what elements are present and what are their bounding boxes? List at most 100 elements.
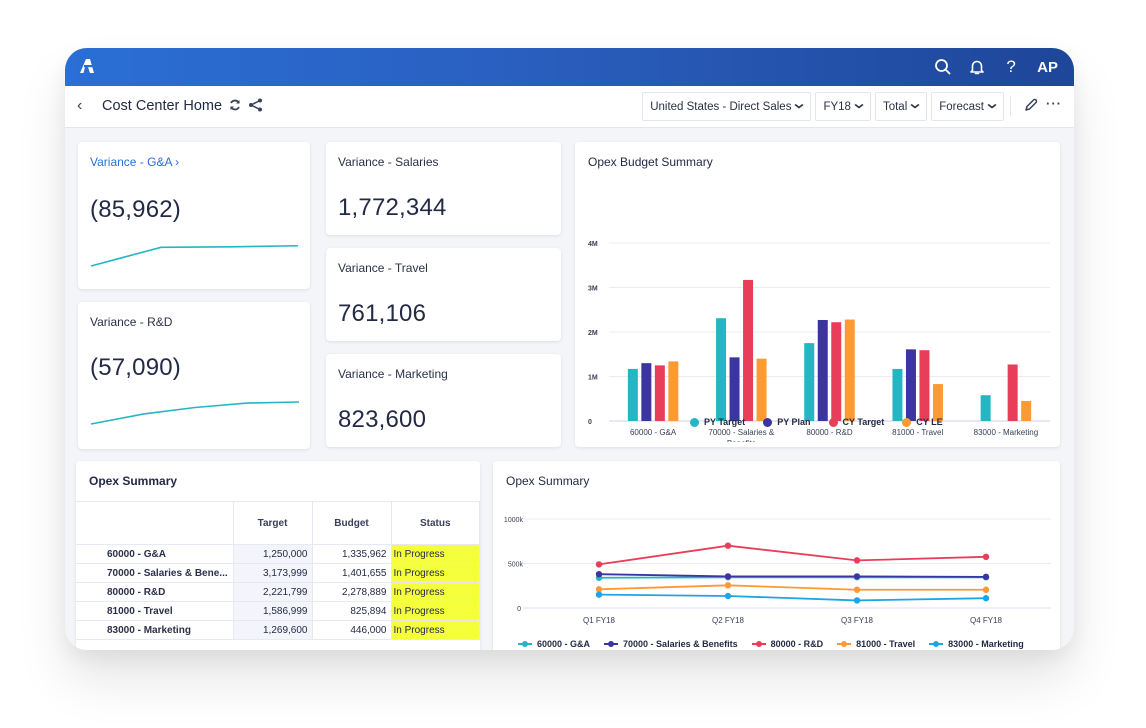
bar[interactable] — [756, 358, 767, 421]
data-point[interactable] — [724, 542, 732, 549]
kpi-card-salaries[interactable]: Variance - Salaries 1,772,344 — [326, 142, 561, 235]
back-chevron-icon[interactable]: ‹ — [77, 97, 82, 115]
user-avatar[interactable]: AP — [1037, 59, 1058, 76]
bar[interactable] — [844, 319, 855, 421]
target-cell[interactable]: 3,173,999 — [232, 563, 313, 583]
legend-item[interactable]: CY Target — [828, 417, 884, 427]
column-header-target[interactable]: Target — [232, 501, 313, 545]
row-name[interactable]: 81000 - Travel — [76, 601, 234, 621]
series-line[interactable] — [598, 573, 987, 578]
budget-cell[interactable]: 2,278,889 — [311, 582, 392, 602]
kpi-card-rd[interactable]: Variance - R&D (57,090) — [78, 302, 310, 449]
legend-item[interactable]: CY LE — [902, 417, 943, 427]
filter-dropdown[interactable]: Forecast — [931, 92, 1004, 121]
kpi-card-marketing[interactable]: Variance - Marketing 823,600 — [326, 354, 561, 447]
status-cell[interactable]: In Progress — [390, 544, 480, 564]
search-icon[interactable] — [933, 57, 953, 77]
table-row[interactable]: 80000 - R&D 2,221,799 2,278,889 In Progress — [76, 582, 480, 602]
budget-cell[interactable]: 825,894 — [311, 601, 392, 621]
table-row[interactable]: 60000 - G&A 1,250,000 1,335,962 In Progress — [76, 544, 480, 564]
legend-item[interactable]: PY Plan — [763, 417, 811, 427]
bar[interactable] — [716, 318, 727, 421]
bar[interactable] — [654, 365, 665, 421]
bar[interactable] — [919, 350, 930, 421]
refresh-icon[interactable] — [228, 98, 242, 117]
bar[interactable] — [668, 361, 679, 421]
help-icon[interactable]: ? — [1001, 57, 1021, 77]
column-header-status[interactable]: Status — [390, 501, 480, 545]
chart-title: Opex Summary — [506, 474, 590, 488]
bar[interactable] — [743, 279, 754, 421]
legend-item[interactable]: 81000 - Travel — [837, 639, 915, 649]
target-cell[interactable]: 1,269,600 — [232, 620, 313, 640]
target-cell[interactable]: 1,586,999 — [232, 601, 313, 621]
bar[interactable] — [892, 368, 903, 421]
y-tick-label: 1M — [588, 375, 598, 382]
series-line[interactable] — [598, 544, 987, 566]
kpi-value: 761,106 — [338, 300, 427, 327]
budget-cell[interactable]: 1,401,655 — [311, 563, 392, 583]
data-point[interactable] — [853, 557, 861, 564]
bar[interactable] — [1007, 364, 1018, 421]
data-point[interactable] — [982, 573, 990, 581]
row-name[interactable]: 70000 - Salaries & Bene... — [76, 563, 234, 583]
series-line[interactable] — [598, 593, 987, 602]
bell-icon[interactable] — [967, 57, 987, 77]
filter-dropdown[interactable]: United States - Direct Sales — [642, 92, 812, 121]
row-name[interactable]: 80000 - R&D — [76, 582, 234, 602]
kpi-card-travel[interactable]: Variance - Travel 761,106 — [326, 248, 561, 341]
edit-pencil-icon[interactable] — [1024, 98, 1038, 117]
series-line[interactable] — [598, 584, 986, 591]
legend-item[interactable]: PY Target — [690, 417, 745, 427]
share-icon[interactable] — [248, 98, 263, 117]
bar[interactable] — [831, 322, 842, 421]
column-header-budget[interactable]: Budget — [311, 501, 392, 545]
data-point[interactable] — [853, 573, 861, 580]
status-cell[interactable]: In Progress — [390, 601, 480, 621]
data-point[interactable] — [982, 553, 990, 561]
x-tick-label: Benefits — [727, 439, 756, 442]
bar[interactable] — [804, 343, 815, 421]
bar[interactable] — [980, 395, 991, 421]
target-cell[interactable]: 2,221,799 — [232, 582, 313, 602]
data-point[interactable] — [724, 582, 732, 589]
data-point[interactable] — [853, 586, 861, 593]
table-row[interactable]: 70000 - Salaries & Bene... 3,173,999 1,401… — [76, 563, 480, 583]
bar[interactable] — [817, 319, 828, 421]
bar[interactable] — [905, 349, 916, 421]
bar[interactable] — [729, 357, 740, 421]
budget-cell[interactable]: 1,335,962 — [311, 544, 392, 564]
data-point[interactable] — [595, 570, 603, 578]
bar[interactable] — [641, 363, 652, 421]
data-point[interactable] — [595, 591, 603, 598]
legend-item[interactable]: 83000 - Marketing — [929, 639, 1024, 649]
row-name[interactable]: 60000 - G&A — [76, 544, 234, 564]
bar[interactable] — [1021, 400, 1032, 421]
table-row[interactable]: 83000 - Marketing 1,269,600 446,000 In Prog… — [76, 620, 480, 640]
filter-dropdown[interactable]: FY18 — [815, 92, 871, 121]
status-cell[interactable]: In Progress — [390, 563, 480, 583]
bar[interactable] — [627, 368, 638, 421]
anaplan-logo-icon[interactable] — [77, 56, 97, 76]
table-row[interactable]: 81000 - Travel 1,586,999 825,894 In Progres… — [76, 601, 480, 621]
filter-dropdown[interactable]: Total — [874, 92, 928, 121]
legend-item[interactable]: 80000 - R&D — [751, 639, 823, 649]
kpi-title-link[interactable]: Variance - G&A › — [90, 155, 179, 169]
data-point[interactable] — [724, 573, 732, 580]
more-options-icon[interactable]: ··· — [1046, 96, 1062, 111]
legend-item[interactable]: 70000 - Salaries & Benefits — [604, 639, 738, 649]
kpi-card-ga[interactable]: Variance - G&A › (85,962) — [78, 142, 310, 289]
status-cell[interactable]: In Progress — [390, 582, 480, 602]
bar[interactable] — [932, 384, 943, 421]
data-point[interactable] — [724, 592, 732, 600]
data-point[interactable] — [853, 597, 861, 604]
budget-cell[interactable]: 446,000 — [311, 620, 392, 640]
data-point[interactable] — [982, 595, 990, 602]
legend-item[interactable]: 60000 - G&A — [518, 639, 590, 649]
data-point[interactable] — [982, 586, 990, 593]
data-point[interactable] — [595, 561, 603, 568]
column-header-name — [76, 501, 234, 545]
row-name[interactable]: 83000 - Marketing — [76, 620, 234, 640]
target-cell[interactable]: 1,250,000 — [232, 544, 313, 564]
status-cell[interactable]: In Progress — [390, 620, 480, 640]
